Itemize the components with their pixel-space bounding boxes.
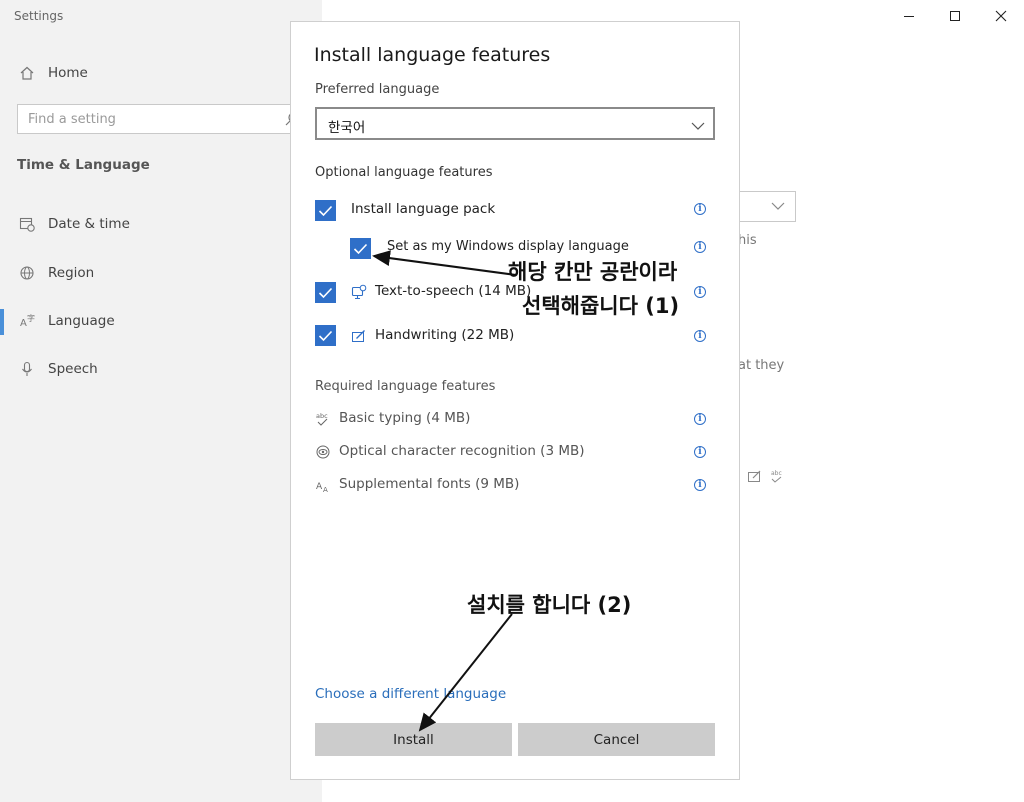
minimize-icon [904,16,914,17]
handwriting-label: Handwriting (22 MB) [375,327,515,343]
info-icon[interactable]: i [694,241,706,253]
basic-typing-label: Basic typing (4 MB) [339,410,471,426]
install-language-dialog: Install language features Preferred lang… [290,21,740,780]
close-icon [995,10,1007,22]
home-icon [17,63,37,83]
annotation-note-1-line1: 해당 칸만 공란이라 [508,260,678,284]
sidebar-item-label: Speech [48,361,98,377]
sidebar-item-label: Region [48,265,95,281]
svg-text:abc: abc [771,470,782,477]
info-icon[interactable]: i [694,330,706,342]
sidebar-item-label: Date & time [48,216,130,232]
sidebar-item-date-time[interactable]: Date & time [17,213,130,235]
checkmark-icon [318,205,333,216]
language-icon: A字 [17,311,37,331]
info-icon[interactable]: i [694,286,706,298]
choose-different-language-link[interactable]: Choose a different language [315,686,506,702]
chevron-down-icon [691,117,705,136]
search-input[interactable]: Find a setting [17,104,317,134]
settings-sidebar: Settings Home Find a setting Time & Lang… [0,0,322,802]
svg-text:A: A [20,318,27,329]
cancel-button[interactable]: Cancel [518,723,715,756]
ocr-label: Optical character recognition (3 MB) [339,443,585,459]
search-placeholder: Find a setting [28,112,116,127]
nav-home-label: Home [48,65,88,81]
install-button[interactable]: Install [315,723,512,756]
maximize-button[interactable] [932,6,978,26]
svg-text:A: A [316,482,323,492]
section-title: Time & Language [17,157,150,173]
dialog-title: Install language features [314,44,551,66]
abc-check-icon: abc [314,410,332,428]
background-dropdown[interactable] [734,191,796,222]
pen-box-icon [350,327,368,345]
background-text: his [738,233,757,248]
globe-icon [17,263,37,283]
chevron-down-icon [771,202,785,210]
install-language-pack-label: Install language pack [351,201,496,217]
preferred-language-select[interactable]: 한국어 [315,107,715,140]
sidebar-item-speech[interactable]: Speech [17,358,98,380]
handwriting-checkbox[interactable] [315,325,336,346]
checkmark-icon [353,243,368,254]
checkmark-icon [318,287,333,298]
sidebar-item-region[interactable]: Region [17,262,94,284]
background-text: at they [738,358,785,373]
annotation-note-1-line2: 선택해줍니다 (1) [522,294,680,318]
info-icon[interactable]: i [694,203,706,215]
info-icon[interactable]: i [694,413,706,425]
info-icon[interactable]: i [694,479,706,491]
preferred-language-value: 한국어 [328,120,366,136]
active-indicator [0,309,4,335]
install-language-pack-checkbox[interactable] [315,200,336,221]
background-feature-icons: abc [747,468,785,484]
calendar-clock-icon [17,214,37,234]
speech-bubble-monitor-icon [350,283,368,301]
app-title: Settings [14,9,64,23]
text-to-speech-checkbox[interactable] [315,282,336,303]
supplemental-fonts-label: Supplemental fonts (9 MB) [339,476,520,492]
info-icon[interactable]: i [694,446,706,458]
pen-box-icon [748,470,761,482]
annotation-note-2: 설치를 합니다 (2) [467,593,632,617]
ocr-eye-icon [314,443,332,461]
svg-text:abc: abc [316,412,328,420]
checkmark-icon [318,330,333,341]
required-features-label: Required language features [315,379,496,394]
font-aa-icon: AA [314,477,332,495]
svg-text:A: A [323,486,328,494]
preferred-language-label: Preferred language [315,82,440,97]
display-language-checkbox[interactable] [350,238,371,259]
abc-check-icon: abc [771,470,782,483]
sidebar-item-label: Language [48,313,115,329]
microphone-icon [17,359,37,379]
close-button[interactable] [978,6,1024,26]
svg-text:字: 字 [27,313,35,323]
display-language-label: Set as my Windows display language [387,239,629,254]
window-controls [886,6,1024,26]
nav-home[interactable]: Home [17,63,88,83]
optional-features-label: Optional language features [315,165,493,180]
minimize-button[interactable] [886,6,932,26]
maximize-icon [950,11,960,21]
sidebar-item-language[interactable]: A字 Language [17,310,115,332]
